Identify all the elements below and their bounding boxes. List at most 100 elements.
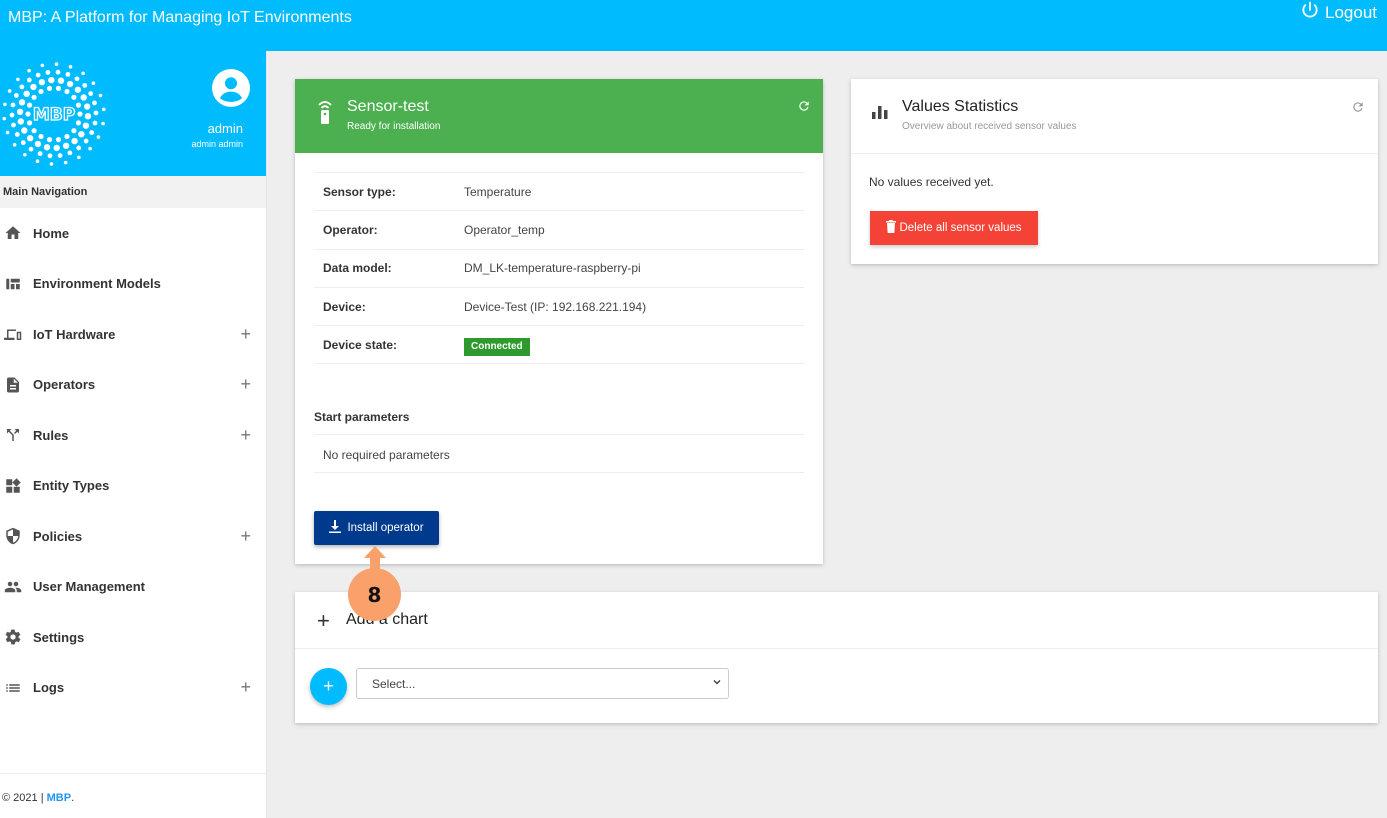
sidebar-item-rules[interactable]: Rules + <box>0 410 266 461</box>
app-title: MBP: A Platform for Managing IoT Environ… <box>8 9 352 26</box>
logo-dot <box>93 110 99 116</box>
logo-dot <box>16 108 24 116</box>
add-chart-button[interactable]: + <box>310 668 347 705</box>
logo-dot <box>98 93 103 98</box>
download-icon <box>329 520 342 533</box>
expand-icon[interactable]: + <box>240 425 251 446</box>
logo-dot <box>71 128 77 134</box>
dashboard-icon <box>2 275 24 293</box>
logo-dot <box>57 77 65 84</box>
sidebar-item-label: User Management <box>33 579 145 595</box>
logo-dot <box>88 146 92 151</box>
list-icon <box>2 679 24 697</box>
logo-dot <box>91 81 96 86</box>
row-key: Device state: <box>323 337 398 352</box>
sidebar-item-entity-types[interactable]: Entity Types <box>0 461 266 512</box>
select-placeholder: Select... <box>372 677 416 691</box>
sidebar-item-iot-hardware[interactable]: IoT Hardware + <box>0 309 266 360</box>
logo-dot <box>26 120 33 126</box>
sensor-status-text: Ready for installation <box>347 121 441 132</box>
chart-type-select[interactable]: Select... <box>356 668 729 699</box>
logout-button[interactable]: Logout <box>1300 1 1377 23</box>
sidebar-item-label: Environment Models <box>33 276 161 292</box>
stats-card-header: Values Statistics Overview about receive… <box>851 79 1378 154</box>
logo-dot <box>10 102 16 108</box>
sidebar-item-label: IoT Hardware <box>33 326 116 342</box>
expand-icon[interactable]: + <box>240 374 251 395</box>
remote-sensor-icon <box>318 101 332 124</box>
logo-dot <box>26 77 32 83</box>
brand-link[interactable]: MBP <box>47 792 71 804</box>
user-avatar-icon[interactable] <box>212 69 250 107</box>
sidebar-item-label: Home <box>33 225 70 241</box>
refresh-icon[interactable] <box>797 99 811 113</box>
logo-dot <box>9 112 15 118</box>
start-parameters-title: Start parameters <box>314 410 410 424</box>
logo-dot <box>82 122 90 129</box>
logo-dot <box>84 112 92 120</box>
logo-dot <box>75 120 82 126</box>
sidebar-item-user-management[interactable]: User Management <box>0 562 266 613</box>
logo-dot <box>35 159 40 164</box>
expand-icon[interactable]: + <box>240 677 251 698</box>
install-operator-button[interactable]: Install operator <box>314 511 439 545</box>
expand-icon[interactable]: + <box>240 526 251 547</box>
logo-dot <box>49 162 54 166</box>
logo-dot <box>25 111 31 117</box>
sidebar-header: MBP admin admin admin <box>0 51 266 176</box>
sidebar: MBP admin admin admin Main Navigation Ho… <box>0 51 267 818</box>
row-value: Device-Test (IP: 192.168.221.194) <box>464 299 647 314</box>
logo-dot <box>2 116 7 121</box>
logo-dot <box>88 91 94 96</box>
bar-chart-icon <box>872 106 888 119</box>
logo-dot <box>26 102 33 108</box>
logo-dot <box>38 79 46 86</box>
logo-dot <box>38 133 44 140</box>
nav-section-title: Main Navigation <box>0 176 266 208</box>
row-value: DM_LK-temperature-raspberry-pi <box>464 261 641 276</box>
sidebar-item-policies[interactable]: Policies + <box>0 511 266 562</box>
sidebar-item-home[interactable]: Home <box>0 208 266 259</box>
delete-sensor-values-label: Delete all sensor values <box>899 222 1022 234</box>
sidebar-item-settings[interactable]: Settings <box>0 612 266 663</box>
refresh-icon[interactable] <box>1351 100 1365 114</box>
row-key: Device: <box>323 299 366 314</box>
trash-icon <box>886 220 897 233</box>
logo-dot <box>77 155 81 160</box>
stats-title: Values Statistics <box>902 98 1019 115</box>
logo-dot <box>55 69 61 75</box>
sidebar-item-logs[interactable]: Logs + <box>0 663 266 714</box>
logo-dot <box>54 62 59 66</box>
logout-label: Logout <box>1325 3 1377 22</box>
sidebar-item-label: Settings <box>33 629 85 645</box>
logo-dot <box>27 68 31 73</box>
chevron-down-icon <box>713 680 721 685</box>
user-full-name: admin admin <box>191 139 243 149</box>
logo-dot <box>101 107 106 112</box>
logo-dot <box>40 63 45 68</box>
logo-dot <box>46 137 53 143</box>
table-row: Device state: Connected <box>314 326 804 365</box>
logo-dot <box>14 132 20 137</box>
logo-dot <box>35 72 41 78</box>
delete-sensor-values-button[interactable]: Delete all sensor values <box>870 211 1038 245</box>
plus-icon: + <box>317 608 330 633</box>
logo-dot <box>13 93 19 98</box>
power-icon <box>1302 1 1318 18</box>
expand-icon[interactable]: + <box>240 324 251 345</box>
copyright-text: © 2021 | <box>2 792 47 804</box>
sensor-card-header: Sensor-test Ready for installation <box>295 79 823 153</box>
logo-dot <box>45 70 51 75</box>
logo-dot <box>5 130 10 135</box>
logo-dot <box>53 144 60 152</box>
logo-dot <box>30 83 37 91</box>
sidebar-item-operators[interactable]: Operators + <box>0 360 266 411</box>
logo-dot <box>28 146 34 152</box>
start-parameters-text: No required parameters <box>314 434 804 473</box>
logo-dot <box>37 151 43 157</box>
logo-dot <box>71 137 78 145</box>
sidebar-item-environment-models[interactable]: Environment Models <box>0 259 266 310</box>
mbp-logo: MBP <box>2 62 106 166</box>
logo-dot <box>64 88 70 95</box>
logo-dot <box>92 100 97 106</box>
